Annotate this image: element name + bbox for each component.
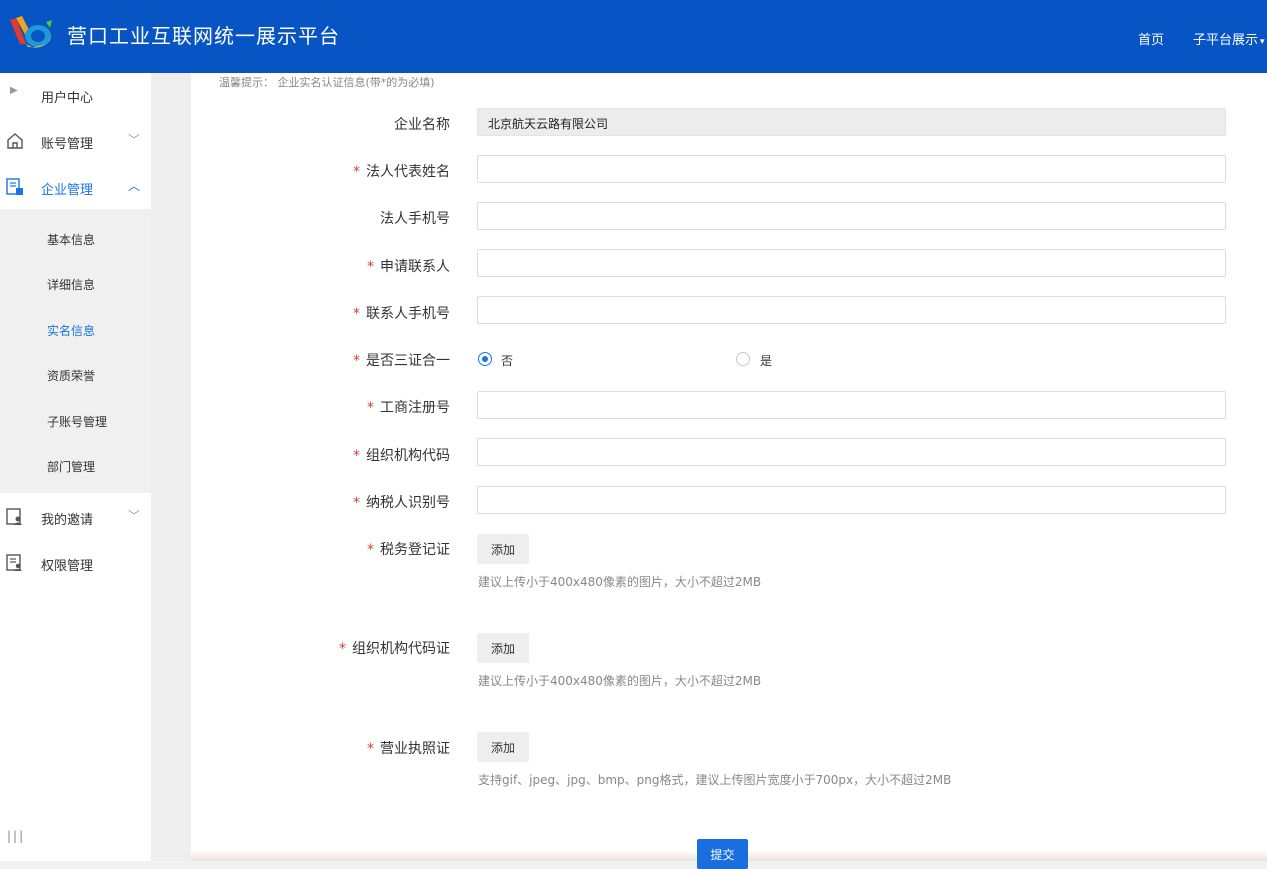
business-reg-input[interactable] — [477, 391, 1226, 419]
license-hint: 支持gif、jpeg、jpg、bmp、png格式，建议上传图片宽度小于700px… — [478, 773, 952, 787]
required-mark: * — [353, 164, 360, 180]
taxpayer-id-input[interactable] — [477, 486, 1226, 514]
caret-right-icon: ▶ — [10, 85, 18, 96]
sidebar-item-label: 账号管理 — [41, 137, 94, 152]
sidebar-item-label: 我的邀请 — [41, 513, 94, 528]
business-reg-label-text: 工商注册号 — [380, 400, 450, 416]
content-gutter — [151, 73, 191, 861]
tax-cert-add-button[interactable]: 添加 — [477, 534, 529, 564]
enterprise-icon — [6, 178, 23, 195]
three-in-one-label-text: 是否三证合一 — [366, 353, 450, 369]
home-icon — [7, 133, 23, 149]
sidebar: ▶ 用户中心 账号管理 ﹀ 企业管理 ︿ 基本信息 详细信息 实名信息 资质荣誉… — [0, 73, 151, 861]
org-code-input[interactable] — [477, 438, 1226, 466]
org-cert-hint: 建议上传小于400x480像素的图片，大小不超过2MB — [478, 674, 762, 688]
company-name-field: 北京航天云路有限公司 — [477, 108, 1226, 136]
org-code-label: * 组织机构代码 — [353, 445, 450, 465]
nav-subplatform-label: 子平台展示 — [1193, 33, 1259, 48]
sidebar-item-label: 权限管理 — [41, 559, 94, 574]
submenu-item-realname-info[interactable]: 实名信息 — [47, 322, 95, 339]
required-mark: * — [353, 495, 360, 511]
submenu-item-basic-info[interactable]: 基本信息 — [47, 231, 95, 248]
sidebar-item-invitations[interactable]: 我的邀请 ﹀ — [0, 495, 151, 539]
legal-phone-input[interactable] — [477, 202, 1226, 230]
caret-down-icon: ▾ — [1260, 37, 1265, 47]
org-code-label-text: 组织机构代码 — [366, 448, 450, 464]
submenu-item-sub-accounts[interactable]: 子账号管理 — [47, 413, 107, 430]
top-header: 营口工业互联网统一展示平台 首页 子平台展示 ▾ — [0, 0, 1267, 73]
submenu-item-qualification[interactable]: 资质荣誉 — [47, 367, 95, 384]
submenu-item-detail-info[interactable]: 详细信息 — [47, 276, 95, 293]
nav-subplatform-dropdown[interactable]: 子平台展示 ▾ — [1193, 29, 1265, 48]
taxpayer-id-label: * 纳税人识别号 — [353, 492, 450, 512]
license-label: * 营业执照证 — [367, 738, 450, 758]
enterprise-submenu: 基本信息 详细信息 实名信息 资质荣誉 子账号管理 部门管理 — [0, 209, 151, 493]
sidebar-item-label: 企业管理 — [41, 183, 94, 198]
company-name-label: 企业名称 — [394, 117, 450, 133]
radio-yes-label[interactable]: 是 — [760, 352, 772, 369]
radio-no[interactable] — [478, 352, 492, 366]
platform-title: 营口工业互联网统一展示平台 — [67, 24, 340, 48]
required-mark: * — [367, 741, 374, 757]
required-mark: * — [353, 306, 360, 322]
legal-name-input[interactable] — [477, 155, 1226, 183]
contact-phone-label-text: 联系人手机号 — [366, 306, 450, 322]
sidebar-item-label: 用户中心 — [41, 91, 94, 106]
sidebar-item-account[interactable]: 账号管理 ﹀ — [0, 119, 151, 163]
tax-cert-hint: 建议上传小于400x480像素的图片，大小不超过2MB — [478, 575, 762, 589]
main-content — [191, 73, 1267, 861]
required-mark: * — [367, 542, 374, 558]
applicant-input[interactable] — [477, 249, 1226, 277]
permission-icon — [6, 554, 22, 571]
chevron-down-icon: ﹀ — [128, 133, 141, 147]
required-mark: * — [367, 259, 374, 275]
business-reg-label: * 工商注册号 — [367, 397, 450, 417]
applicant-label: * 申请联系人 — [367, 256, 450, 276]
radio-no-label[interactable]: 否 — [501, 352, 513, 369]
platform-logo-icon — [10, 16, 52, 48]
org-cert-label-text: 组织机构代码证 — [352, 641, 450, 657]
company-name-value: 北京航天云路有限公司 — [488, 117, 609, 131]
legal-name-label-text: 法人代表姓名 — [366, 164, 450, 180]
contact-phone-input[interactable] — [477, 296, 1226, 324]
license-add-button[interactable]: 添加 — [477, 732, 529, 762]
sidebar-item-enterprise[interactable]: 企业管理 ︿ — [0, 165, 151, 209]
tax-cert-label-text: 税务登记证 — [380, 542, 450, 558]
submenu-item-departments[interactable]: 部门管理 — [47, 458, 95, 475]
contact-phone-label: * 联系人手机号 — [353, 303, 450, 323]
radio-yes[interactable] — [736, 352, 750, 366]
required-mark: * — [339, 641, 346, 657]
invite-user-icon — [6, 508, 22, 525]
org-cert-add-button[interactable]: 添加 — [477, 633, 529, 663]
sidebar-item-permissions[interactable]: 权限管理 — [0, 541, 151, 585]
three-in-one-label: * 是否三证合一 — [353, 350, 450, 370]
org-cert-label: * 组织机构代码证 — [339, 638, 450, 658]
required-mark: * — [353, 448, 360, 464]
taxpayer-id-label-text: 纳税人识别号 — [366, 495, 450, 511]
required-mark: * — [367, 400, 374, 416]
chevron-down-icon: ﹀ — [128, 509, 141, 523]
sidebar-collapse-handle[interactable]: ||| — [7, 829, 25, 843]
chevron-up-icon: ︿ — [128, 179, 141, 193]
tax-cert-label: * 税务登记证 — [367, 539, 450, 559]
legal-phone-label: 法人手机号 — [380, 211, 450, 227]
submit-button[interactable]: 提交 — [697, 839, 748, 869]
nav-home-link[interactable]: 首页 — [1138, 29, 1164, 48]
required-mark: * — [353, 353, 360, 369]
form-tip: 温馨提示： 企业实名认证信息(带*的为必填) — [219, 76, 435, 89]
license-label-text: 营业执照证 — [380, 741, 450, 757]
applicant-label-text: 申请联系人 — [380, 259, 450, 275]
legal-name-label: * 法人代表姓名 — [353, 161, 450, 181]
sidebar-item-user-center[interactable]: ▶ 用户中心 — [0, 73, 151, 117]
